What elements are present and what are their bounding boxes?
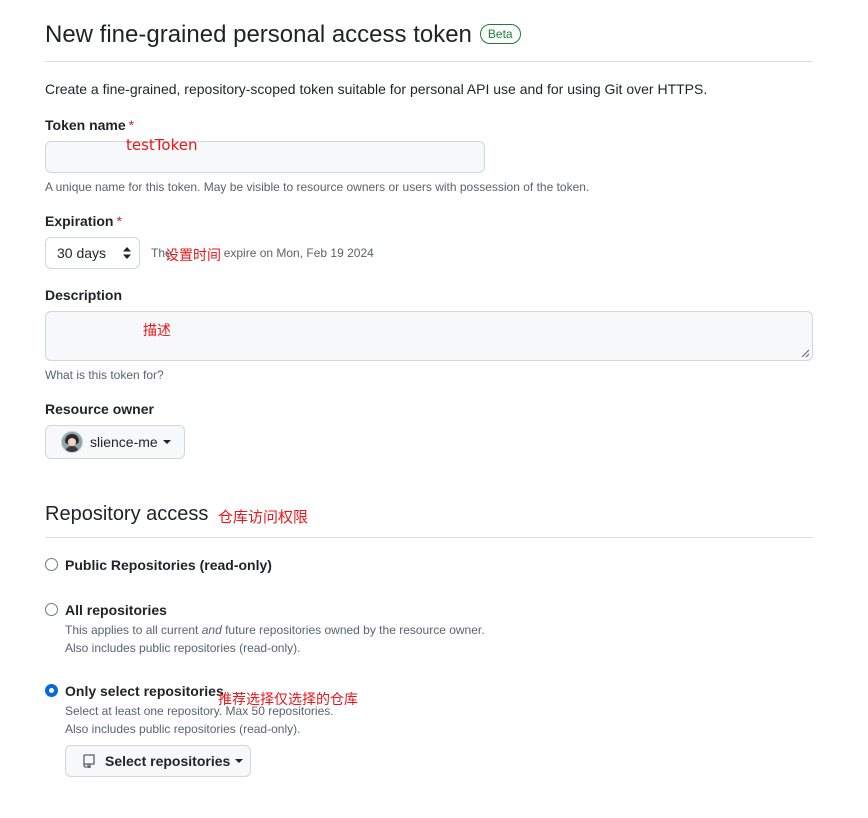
caret-down-icon	[235, 759, 244, 763]
description-label: Description	[45, 287, 123, 303]
intro-text: Create a fine-grained, repository-scoped…	[45, 81, 708, 97]
radio-only-select-repositories[interactable]	[45, 684, 58, 697]
beta-badge: Beta	[479, 24, 521, 44]
resize-handle-icon[interactable]	[801, 349, 809, 357]
select-repositories-label: Select repositories	[105, 753, 231, 769]
expiration-label-text: Expiration	[45, 213, 114, 229]
caret-down-icon	[162, 440, 171, 444]
select-updown-icon	[123, 247, 131, 259]
option-select-label[interactable]: Only select repositories	[65, 683, 224, 699]
select-repositories-button[interactable]: Select repositories	[65, 745, 251, 777]
expiration-info-suffix: expire on Mon, Feb 19 2024	[223, 246, 374, 260]
repository-access-annotation: 仓库访问权限	[218, 508, 309, 526]
description-annotation: 描述	[143, 323, 171, 339]
repository-access-title: Repository access	[45, 503, 209, 525]
expiration-select[interactable]: 30 days	[45, 237, 140, 269]
page-title: New fine-grained personal access token Be…	[45, 21, 521, 49]
token-name-label-text: Token name	[45, 117, 126, 133]
option-all-description-2: Also includes public repositories (read-…	[65, 641, 301, 655]
token-name-label: Token name *	[45, 117, 134, 133]
expiration-selected-value: 30 days	[57, 245, 107, 261]
expiration-label: Expiration *	[45, 213, 122, 229]
repo-icon	[83, 754, 95, 768]
token-name-annotation: testToken	[126, 136, 198, 154]
option-public-label[interactable]: Public Repositories (read-only)	[65, 557, 272, 573]
page-title-text: New fine-grained personal access token	[45, 21, 472, 48]
option-all-description: This applies to all current and future r…	[65, 623, 485, 637]
resource-owner-button[interactable]: slience-me	[45, 425, 185, 459]
description-note: What is this token for?	[45, 368, 164, 382]
expiration-annotation: 设置时间	[165, 248, 221, 264]
option-select-description-2: Also includes public repositories (read-…	[65, 722, 301, 736]
radio-all-repositories[interactable]	[45, 603, 58, 616]
radio-public-repositories[interactable]	[45, 558, 58, 571]
required-mark: *	[116, 213, 122, 229]
token-name-input[interactable]	[45, 141, 485, 173]
option-all-label[interactable]: All repositories	[65, 602, 167, 618]
token-name-note: A unique name for this token. May be vis…	[45, 180, 590, 194]
option-select-description: Select at least one repository. Max 50 r…	[65, 704, 334, 718]
resource-owner-label: Resource owner	[45, 401, 154, 417]
avatar	[61, 431, 83, 453]
required-mark: *	[128, 117, 135, 133]
resource-owner-name: slience-me	[90, 434, 158, 450]
section-divider	[45, 537, 813, 538]
header-divider	[45, 61, 813, 62]
